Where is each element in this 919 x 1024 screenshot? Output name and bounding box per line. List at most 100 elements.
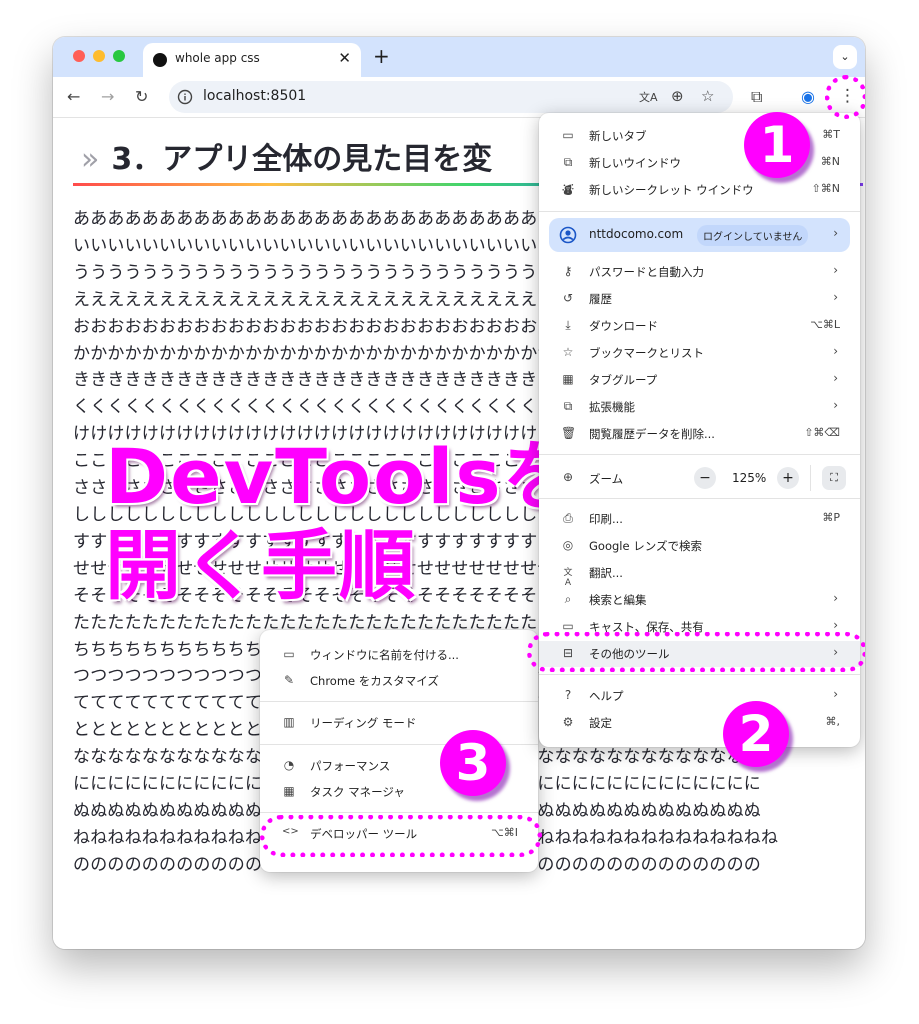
printer-icon: ⎙ (563, 511, 573, 525)
back-icon[interactable]: ← (67, 87, 80, 106)
book-icon: ▥ (283, 715, 295, 729)
submenu-item-reading-mode[interactable]: ▥ リーディング モード (260, 710, 538, 736)
browser-window: whole app css ✕ + ⌄ ← → ↻ localhost:8501… (53, 37, 865, 949)
menu-item-zoom: ⊕ ズーム − 125% + ⛶ (539, 463, 860, 493)
submenu-divider (260, 812, 538, 813)
pencil-icon: ✎ (283, 673, 295, 687)
maximize-window-button[interactable] (113, 50, 125, 62)
trash-icon: 🗑 (561, 426, 577, 440)
close-window-button[interactable] (73, 50, 85, 62)
submenu-item-customize[interactable]: ✎ Chrome をカスタマイズ (260, 668, 538, 694)
streamlit-favicon-icon (153, 53, 167, 67)
step-3-badge: 3 (440, 730, 506, 796)
menu-divider (539, 498, 860, 499)
cast-icon: ▭ (562, 619, 574, 633)
lens-icon: ◎ (562, 538, 574, 552)
heading-chevron-icon: » (81, 142, 100, 177)
speedometer-icon: ◔ (283, 758, 295, 772)
key-icon: ⚷ (563, 264, 573, 278)
menu-divider (539, 454, 860, 455)
puzzle-icon: ⧉ (563, 399, 573, 413)
incognito-icon: ⛇ (561, 183, 574, 197)
tab-groups-icon: ▦ (562, 372, 574, 386)
zoom-level: 125% (732, 471, 767, 485)
address-bar[interactable]: localhost:8501 文A ⊕ ☆ (169, 81, 733, 113)
minimize-window-button[interactable] (93, 50, 105, 62)
chevron-right-icon: › (833, 687, 838, 701)
tab-active[interactable]: whole app css ✕ (143, 43, 361, 77)
url-text[interactable]: localhost:8501 (203, 88, 306, 104)
chevron-right-icon: › (833, 263, 838, 277)
chevron-right-icon: › (833, 371, 838, 385)
bookmark-star-icon[interactable]: ☆ (701, 87, 714, 105)
menu-item-passwords[interactable]: ⚷ パスワードと自動入力 › (539, 259, 860, 285)
new-window-icon: ⧉ (563, 155, 573, 169)
history-icon: ↺ (562, 291, 574, 305)
page-heading-text: 3．アプリ全体の見た目を変 (111, 142, 493, 177)
profile-icon[interactable]: ◉ (801, 87, 815, 106)
menu-divider (539, 674, 860, 675)
menu-item-history[interactable]: ↺ 履歴 › (539, 286, 860, 312)
translate-icon: 文A (563, 568, 573, 588)
task-manager-icon: ▦ (283, 784, 295, 798)
chevron-right-icon: › (833, 344, 838, 358)
chevron-right-icon: › (833, 398, 838, 412)
more-tools-highlight (527, 632, 865, 672)
site-info-icon[interactable] (177, 89, 193, 105)
menu-item-new-incognito[interactable]: ⛇ 新しいシークレット ウインドウ ⇧⌘N (539, 177, 860, 203)
menu-item-help[interactable]: ? ヘルプ › (539, 683, 860, 709)
menu-item-tab-groups[interactable]: ▦ タブグループ › (539, 367, 860, 393)
menu-item-google-lens[interactable]: ◎ Google レンズで検索 (539, 533, 860, 559)
download-icon: ⤓ (565, 318, 571, 332)
tab-close-icon[interactable]: ✕ (338, 49, 351, 67)
zoom-indicator-icon[interactable]: ⊕ (671, 87, 684, 105)
new-tab-icon: ▭ (562, 128, 574, 142)
account-chip[interactable]: nttdocomo.com ログインしていません › (549, 218, 850, 252)
browser-toolbar: ← → ↻ localhost:8501 文A ⊕ ☆ ⧉ ◉ ⋮ (53, 77, 865, 118)
tab-strip: whole app css ✕ + ⌄ (53, 37, 865, 77)
help-icon: ? (564, 688, 572, 702)
chevron-right-icon: › (833, 618, 838, 632)
menu-item-print[interactable]: ⎙ 印刷... ⌘P (539, 506, 860, 532)
tab-title: whole app css (175, 51, 260, 65)
login-status-badge: ログインしていません (697, 225, 809, 246)
menu-item-downloads[interactable]: ⤓ ダウンロード ⌥⌘L (539, 313, 860, 339)
translate-page-icon[interactable]: 文A (639, 89, 658, 105)
menu-item-find-edit[interactable]: ⌕ 検索と編集 › (539, 587, 860, 613)
zoom-in-button[interactable]: + (777, 467, 799, 489)
extensions-icon[interactable]: ⧉ (751, 87, 762, 107)
menu-item-bookmarks[interactable]: ☆ ブックマークとリスト › (539, 340, 860, 366)
kebab-menu-highlight (825, 75, 865, 119)
gear-icon: ⚙ (562, 715, 574, 729)
annotation-title-line2: 開く手順 (105, 521, 417, 610)
chevron-right-icon: › (833, 591, 838, 605)
account-icon (559, 226, 577, 244)
tab-search-button[interactable]: ⌄ (833, 45, 857, 69)
zoom-out-button[interactable]: − (694, 467, 716, 489)
menu-item-settings[interactable]: ⚙ 設定 ⌘, (539, 710, 860, 736)
zoom-icon: ⊕ (562, 470, 574, 484)
new-tab-button[interactable]: + (373, 44, 390, 68)
devtools-highlight (260, 815, 542, 857)
menu-item-new-tab[interactable]: ▭ 新しいタブ ⌘T (539, 123, 860, 149)
menu-item-clear-data[interactable]: 🗑 閲覧履歴データを削除... ⇧⌘⌫ (539, 421, 860, 447)
page-heading: » 3．アプリ全体の見た目を変 (81, 134, 492, 178)
forward-icon[interactable]: → (101, 87, 114, 106)
zoom-divider (810, 465, 811, 491)
star-icon: ☆ (562, 345, 574, 359)
menu-item-extensions[interactable]: ⧉ 拡張機能 › (539, 394, 860, 420)
reload-icon[interactable]: ↻ (135, 87, 148, 106)
window-icon: ▭ (283, 647, 295, 661)
step-1-badge: 1 (744, 112, 810, 178)
menu-item-new-window[interactable]: ⧉ 新しいウインドウ ⌘N (539, 150, 860, 176)
account-email: nttdocomo.com (589, 227, 684, 241)
chevron-right-icon: › (833, 290, 838, 304)
submenu-item-name-window[interactable]: ▭ ウィンドウに名前を付ける... (260, 642, 538, 668)
fullscreen-button[interactable]: ⛶ (822, 466, 846, 490)
find-icon: ⌕ (564, 592, 572, 606)
chevron-right-icon: › (833, 226, 838, 240)
menu-divider (539, 211, 860, 212)
submenu-divider (260, 701, 538, 702)
menu-item-translate[interactable]: 文A 翻訳... (539, 560, 860, 588)
step-2-badge: 2 (723, 701, 789, 767)
